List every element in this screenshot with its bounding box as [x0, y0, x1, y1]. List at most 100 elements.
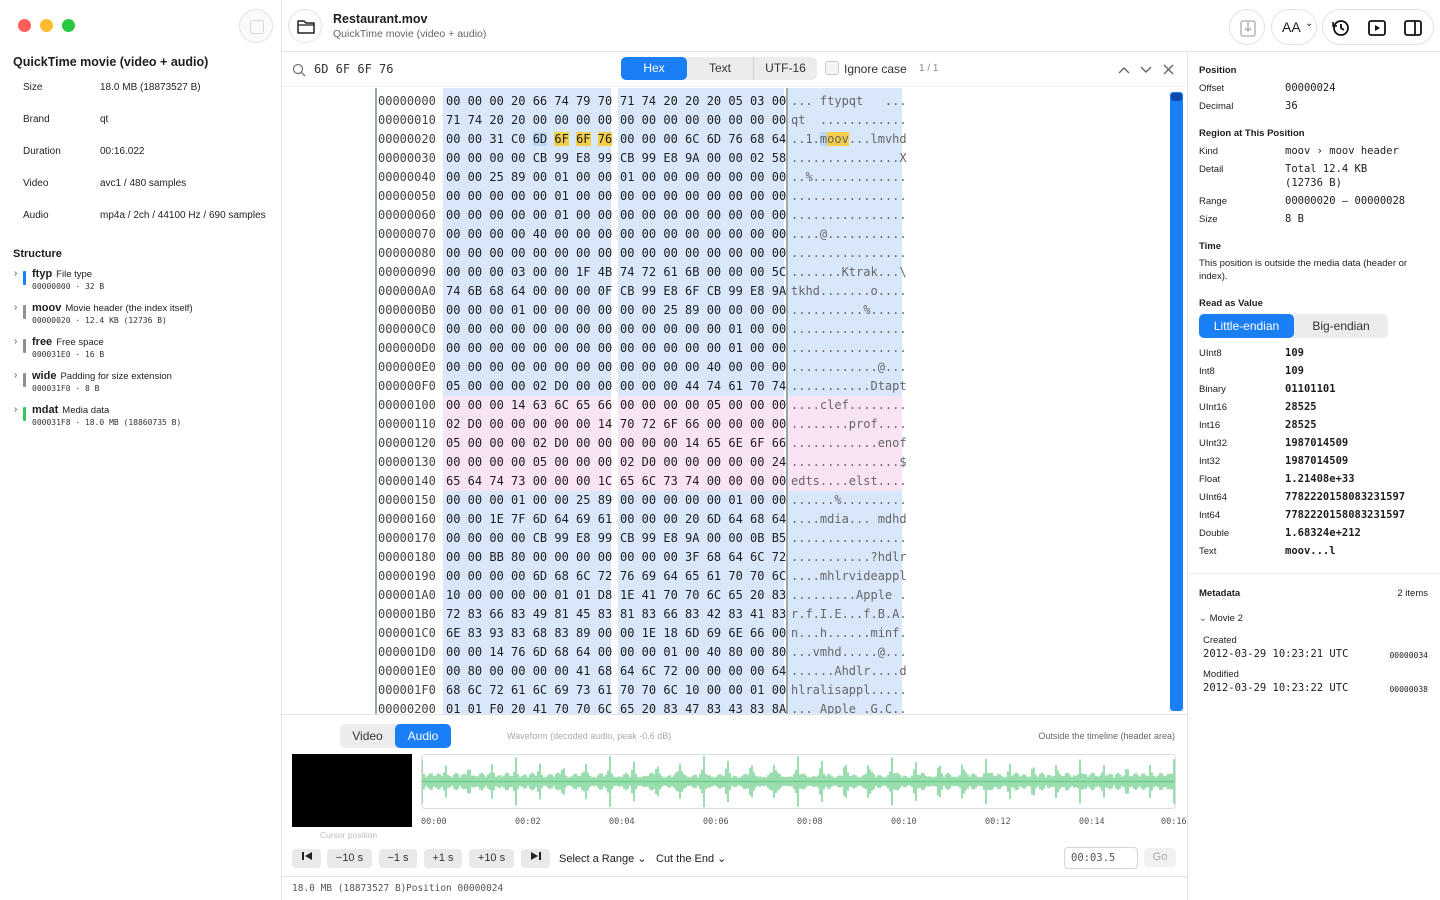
- section-value-title: Read as Value: [1199, 298, 1263, 309]
- atom-mdat[interactable]: › mdat Media data 000031F8 · 18.0 MB (188…: [14, 404, 274, 434]
- minimize-window-button[interactable]: [40, 19, 53, 32]
- column-separator: [375, 88, 377, 714]
- chevron-right-icon[interactable]: ›: [14, 336, 17, 347]
- value-label: UInt64: [1199, 492, 1227, 503]
- export-button[interactable]: [1229, 9, 1265, 45]
- close-search-icon[interactable]: [1162, 63, 1175, 76]
- range-value: 00000020 – 00000028: [1285, 195, 1406, 207]
- file-title: Restaurant.mov: [333, 12, 428, 26]
- search-bar: 6D 6F 6F 76 Hex Text UTF-16 Ignore case …: [282, 53, 1187, 87]
- chevron-down-icon[interactable]: [1139, 64, 1153, 76]
- structure-title: Structure: [13, 248, 62, 260]
- history-icon[interactable]: [1331, 18, 1351, 38]
- chevron-right-icon[interactable]: ›: [14, 370, 17, 381]
- ascii-column[interactable]: ... ftypqt ... qt ............ ..1.moov.…: [791, 88, 907, 714]
- kind-value: moov › moov header: [1285, 145, 1399, 157]
- back-1s-button[interactable]: −1 s: [379, 849, 417, 868]
- tick-label: 00:02: [515, 817, 541, 827]
- chevron-up-icon[interactable]: [1117, 64, 1131, 76]
- metadata-count: 2 items: [1397, 588, 1428, 599]
- meta-video: Video avc1 / 480 samples: [23, 178, 187, 189]
- status-size: 18.0 MB (18873527 B): [292, 883, 407, 894]
- hex-scrollbar[interactable]: [1170, 92, 1183, 711]
- atom-moov[interactable]: › moov Movie header (the index itself) 00…: [14, 302, 274, 332]
- forward-10s-button[interactable]: +10 s: [469, 849, 514, 868]
- cursor-position-label: Cursor position: [320, 830, 378, 840]
- value-int64: 7782220158083231597: [1285, 509, 1406, 521]
- range-label: Range: [1199, 196, 1227, 207]
- section-region-title: Region at This Position: [1199, 128, 1305, 139]
- go-button[interactable]: Go: [1144, 848, 1176, 867]
- address-column: 00000000 00000010 00000020 00000030 0000…: [378, 94, 436, 715]
- divider: [1188, 573, 1440, 574]
- atom-ftyp[interactable]: › ftyp File type 00000000 · 32 B: [14, 268, 274, 298]
- decimal-value: 36: [1285, 100, 1298, 112]
- created-label: Created: [1203, 635, 1237, 646]
- skip-start-button[interactable]: [292, 849, 321, 868]
- detail-value-2: (12736 B): [1285, 177, 1342, 189]
- tick-label: 00:10: [891, 817, 917, 827]
- tab-video[interactable]: Video: [340, 724, 395, 748]
- timeline-panel: Video Audio Waveform (decoded audio, pea…: [282, 716, 1187, 876]
- little-endian-button[interactable]: Little-endian: [1199, 314, 1294, 338]
- value-label: Int16: [1199, 420, 1221, 431]
- select-range-menu[interactable]: Select a Range ⌄: [559, 852, 647, 865]
- search-input[interactable]: 6D 6F 6F 76: [314, 62, 393, 76]
- time-note: This position is outside the media data …: [1199, 258, 1408, 282]
- sidebar-right-icon[interactable]: [1403, 18, 1423, 38]
- status-position: Position 00000024: [406, 883, 504, 894]
- movie-group-toggle[interactable]: ⌄ Movie 2: [1199, 613, 1243, 624]
- chevron-down-icon: ⌄: [637, 853, 647, 865]
- meta-audio: Audio mp4a / 2ch / 44100 Hz / 690 samples: [23, 210, 266, 221]
- open-folder-button[interactable]: [288, 9, 322, 43]
- hex-column-right[interactable]: 71 74 20 20 20 05 03 00 00 00 00 00 00 0…: [620, 88, 786, 714]
- mode-text-button[interactable]: Text: [687, 57, 753, 80]
- mode-hex-button[interactable]: Hex: [621, 57, 687, 80]
- waveform[interactable]: [421, 754, 1176, 809]
- forward-1s-button[interactable]: +1 s: [424, 849, 462, 868]
- chevron-right-icon[interactable]: ›: [14, 404, 17, 415]
- font-size-button[interactable]: AA ⌄: [1271, 9, 1317, 45]
- value-label: UInt8: [1199, 348, 1222, 359]
- tick-label: 00:08: [797, 817, 823, 827]
- hex-view[interactable]: 00000000 00000010 00000020 00000030 0000…: [282, 88, 1187, 715]
- outside-timeline-label: Outside the timeline (header area): [1038, 731, 1175, 741]
- mode-utf16-button[interactable]: UTF-16: [753, 57, 817, 80]
- play-preview-icon[interactable]: [1367, 18, 1387, 38]
- value-uint16: 28525: [1285, 401, 1317, 413]
- tick-label: 00:00: [421, 817, 447, 827]
- cut-end-menu[interactable]: Cut the End ⌄: [656, 852, 726, 865]
- value-label: UInt16: [1199, 402, 1227, 413]
- sidebar: QuickTime movie (video + audio) Size 18.0…: [0, 0, 282, 900]
- big-endian-button[interactable]: Big-endian: [1294, 314, 1388, 338]
- tick-label: 00:16: [1161, 817, 1187, 827]
- skip-end-button[interactable]: [521, 849, 550, 868]
- endian-segmented: Little-endian Big-endian: [1199, 314, 1388, 338]
- value-label: Int8: [1199, 366, 1215, 377]
- close-window-button[interactable]: [18, 19, 31, 32]
- video-thumbnail: [292, 754, 412, 827]
- kind-label: Kind: [1199, 146, 1219, 157]
- tab-audio[interactable]: Audio: [395, 724, 451, 748]
- ignore-case-checkbox[interactable]: [825, 61, 839, 75]
- back-10s-button[interactable]: −10 s: [327, 849, 372, 868]
- meta-size: Size 18.0 MB (18873527 B): [23, 82, 201, 93]
- tick-label: 00:12: [985, 817, 1011, 827]
- atom-color-bar: [23, 305, 26, 319]
- atom-free[interactable]: › free Free space 000031E0 · 16 B: [14, 336, 274, 366]
- toolbar: Restaurant.mov QuickTime movie (video + …: [282, 0, 1187, 52]
- zoom-window-button[interactable]: [62, 19, 75, 32]
- atom-wide[interactable]: › wide Padding for size extension 000031F…: [14, 370, 274, 400]
- chevron-right-icon[interactable]: ›: [14, 302, 17, 313]
- folder-icon: [297, 20, 315, 34]
- hex-column-left[interactable]: 00 00 00 20 66 74 79 70 71 74 20 20 00 0…: [446, 88, 613, 714]
- value-uint8: 109: [1285, 347, 1304, 359]
- section-metadata-title: Metadata: [1199, 588, 1241, 599]
- chevron-down-icon: ⌄: [1199, 613, 1207, 624]
- value-label: Text: [1199, 546, 1217, 557]
- time-input[interactable]: 00:03.5: [1064, 847, 1138, 869]
- atom-color-bar: [23, 271, 26, 285]
- sidebar-toggle-button[interactable]: [239, 9, 273, 43]
- chevron-right-icon[interactable]: ›: [14, 268, 17, 279]
- app-window: QuickTime movie (video + audio) Size 18.0…: [0, 0, 1440, 900]
